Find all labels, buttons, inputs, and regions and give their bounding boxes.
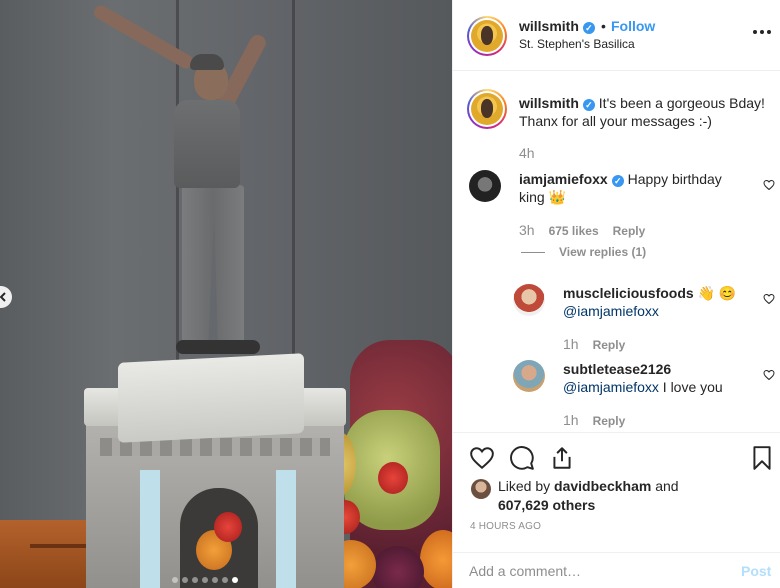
reply-time[interactable]: 1h: [563, 336, 579, 352]
like-comment-heart-icon[interactable]: [763, 179, 775, 191]
add-comment-bar: Post: [453, 552, 780, 588]
top-liker-link[interactable]: davidbeckham: [554, 478, 651, 494]
mention-link[interactable]: @iamjamiefoxx: [563, 379, 659, 395]
caption: willsmith ✓ It's been a gorgeous Bday! Th…: [519, 94, 775, 130]
carousel-prev-button[interactable]: [0, 286, 12, 308]
carousel-dot: [192, 577, 198, 583]
post-timestamp[interactable]: 4 HOURS AGO: [470, 521, 541, 532]
comment: iamjamiefoxx ✓ Happy birthday king 👑: [519, 170, 749, 206]
reply-button[interactable]: Reply: [613, 224, 646, 238]
avatar[interactable]: [467, 16, 507, 56]
gift-box-ribbon: [30, 544, 90, 548]
caption-username[interactable]: willsmith: [519, 95, 579, 111]
bookmark-icon[interactable]: [749, 445, 775, 471]
reply-text: I love you: [662, 379, 723, 395]
cake-pillar: [276, 470, 296, 588]
avatar[interactable]: [513, 284, 545, 316]
reply-username[interactable]: muscleliciousfoods: [563, 285, 694, 301]
strawberry: [214, 512, 242, 542]
comments-list: willsmith ✓ It's been a gorgeous Bday! Th…: [453, 72, 780, 432]
post-header: willsmith ✓ • Follow St. Stephen's Basili…: [453, 0, 780, 71]
strawberry: [378, 462, 408, 494]
location-link[interactable]: St. Stephen's Basilica: [519, 37, 635, 51]
figurine-legs: [182, 185, 244, 347]
carousel-dot: [222, 577, 228, 583]
more-options-icon[interactable]: [753, 27, 773, 37]
carousel-indicator: [172, 577, 238, 583]
avatar[interactable]: [469, 170, 501, 202]
cake-top-block: [118, 353, 304, 443]
post-photo[interactable]: [0, 0, 452, 588]
avatar[interactable]: [513, 360, 545, 392]
avatar[interactable]: [467, 89, 507, 129]
figurine-shoes: [176, 340, 260, 354]
likes-prefix: Liked by: [498, 478, 551, 494]
carousel-dot: [212, 577, 218, 583]
reply-time[interactable]: 1h: [563, 412, 579, 428]
instagram-post: willsmith ✓ • Follow St. Stephen's Basili…: [0, 0, 780, 588]
reply-button[interactable]: Reply: [593, 338, 626, 352]
comment-input[interactable]: [469, 563, 719, 579]
reply-meta: 1h Reply: [563, 412, 625, 428]
carousel-dot: [182, 577, 188, 583]
comment-icon[interactable]: [509, 445, 535, 471]
post-sidebar: willsmith ✓ • Follow St. Stephen's Basili…: [452, 0, 780, 588]
likes-summary: Liked by davidbeckham and 607,629 others: [498, 477, 679, 515]
chevron-left-icon: [0, 292, 6, 302]
verified-badge-icon: ✓: [582, 22, 595, 34]
carousel-dot: [202, 577, 208, 583]
reply-button[interactable]: Reply: [593, 414, 626, 428]
like-comment-heart-icon[interactable]: [763, 293, 775, 305]
separator-dot: •: [601, 18, 606, 34]
reply: muscleliciousfoods 👋 😊 @iamjamiefoxx: [563, 284, 749, 320]
carousel-dot: [172, 577, 178, 583]
reply-meta: 1h Reply: [563, 336, 625, 352]
liker-avatar[interactable]: [471, 479, 491, 499]
likes-joiner: and: [655, 478, 679, 494]
reply-emoji: 👋 😊: [697, 285, 737, 301]
post-actions: Liked by davidbeckham and 607,629 others…: [453, 432, 780, 552]
mention-link[interactable]: @iamjamiefoxx: [563, 303, 659, 319]
comment-time[interactable]: 3h: [519, 222, 535, 238]
comment-likes[interactable]: 675 likes: [549, 224, 599, 238]
reply: subtletease2126 @iamjamiefoxx I love you: [563, 360, 749, 396]
cake-pillar: [140, 470, 160, 588]
likes-count-link[interactable]: 607,629 others: [498, 497, 595, 513]
follow-button[interactable]: Follow: [611, 18, 655, 34]
comment-username[interactable]: iamjamiefoxx: [519, 171, 608, 187]
heart-icon[interactable]: [469, 445, 495, 471]
view-replies-button[interactable]: View replies (1): [521, 245, 646, 259]
like-comment-heart-icon[interactable]: [763, 369, 775, 381]
figurine-cap: [190, 54, 224, 70]
figurine-torso: [174, 100, 240, 188]
carousel-dot: [232, 577, 238, 583]
header-username[interactable]: willsmith ✓: [519, 18, 595, 34]
verified-badge-icon: ✓: [611, 175, 624, 187]
comment-meta: 3h 675 likes Reply: [519, 222, 645, 238]
verified-badge-icon: ✓: [582, 99, 595, 111]
reply-username[interactable]: subtletease2126: [563, 361, 671, 377]
caption-time[interactable]: 4h: [519, 145, 535, 161]
share-icon[interactable]: [549, 445, 575, 471]
post-comment-button[interactable]: Post: [741, 563, 771, 579]
figurine-arm: [91, 2, 196, 72]
